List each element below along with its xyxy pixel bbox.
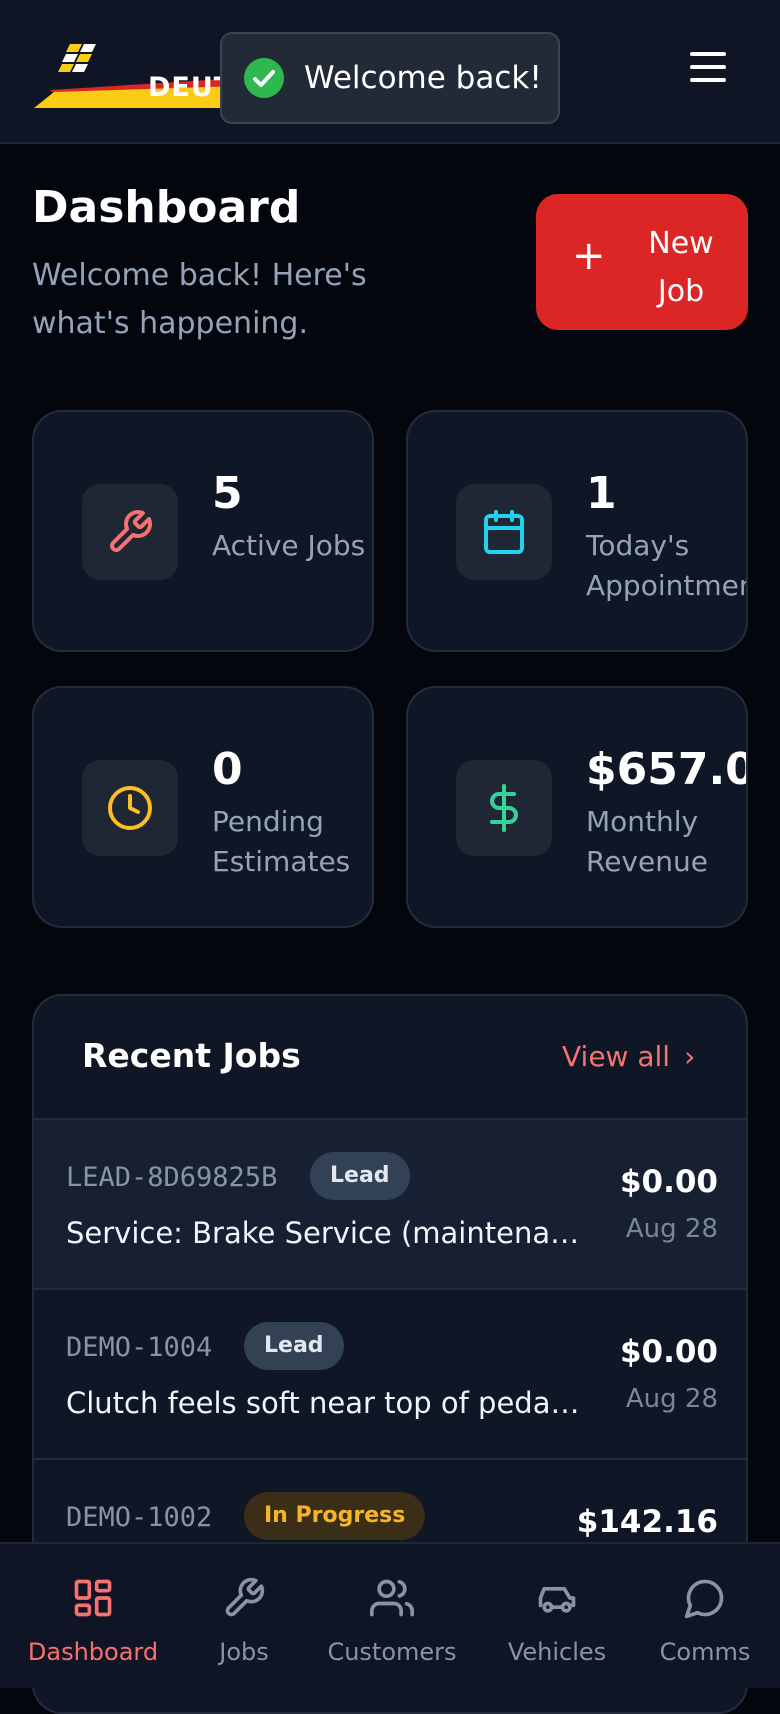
nav-item-comms[interactable]: Comms [630, 1544, 780, 1690]
page-title: Dashboard [32, 182, 301, 233]
new-job-button[interactable]: + New Job [536, 194, 748, 330]
nav-label: Comms [659, 1638, 751, 1666]
stat-value: 5 [212, 468, 243, 519]
toast-message: Welcome back! [304, 60, 542, 96]
job-title: Clutch feels soft near top of pedal trav… [66, 1386, 586, 1420]
nav-label: Dashboard [27, 1638, 159, 1666]
nav-label: Customers [327, 1638, 457, 1666]
brand-logo[interactable]: DEUTS [30, 28, 253, 114]
clock-icon [82, 760, 178, 856]
grid-icon [74, 1579, 112, 1617]
new-job-label: New Job [648, 226, 714, 309]
stat-label: Active Jobs [212, 529, 366, 562]
stat-label: Today's Appointments [586, 529, 746, 602]
view-all-link[interactable]: View all › [562, 1040, 695, 1073]
job-amount: $0.00 [619, 1334, 718, 1370]
chevron-right-icon: › [684, 1040, 696, 1073]
stat-value: 0 [212, 744, 243, 795]
status-badge: Lead [244, 1322, 344, 1370]
users-icon [370, 1579, 414, 1617]
calendar-icon [456, 484, 552, 580]
nav-item-dashboard[interactable]: Dashboard [18, 1544, 168, 1690]
job-id: LEAD-8D69825B [66, 1162, 278, 1193]
view-all-label: View all [562, 1040, 671, 1073]
stat-card-active-jobs[interactable]: 5 Active Jobs [32, 410, 374, 652]
wrench-icon [82, 484, 178, 580]
car-icon [538, 1587, 576, 1613]
job-date: Aug 28 [625, 1214, 718, 1244]
welcome-toast[interactable]: Welcome back! [220, 32, 560, 124]
table-row[interactable]: DEMO-1004 Lead Clutch feels soft near to… [34, 1288, 746, 1458]
nav-item-customers[interactable]: Customers [317, 1544, 467, 1690]
status-badge: In Progress [244, 1492, 426, 1540]
table-row[interactable]: LEAD-8D69825B Lead Service: Brake Servic… [34, 1118, 746, 1288]
job-amount: $0.00 [619, 1164, 718, 1200]
dollar-icon [456, 760, 552, 856]
stat-value: $657.07 [586, 744, 746, 795]
job-date: Aug 28 [625, 1384, 718, 1414]
hamburger-icon[interactable] [682, 52, 734, 92]
bottom-nav: Dashboard Jobs Customers Vehicles Comms [0, 1542, 780, 1688]
wrench-icon [225, 1577, 265, 1617]
status-badge: Lead [310, 1152, 410, 1200]
nav-label: Jobs [219, 1638, 269, 1666]
job-amount: $142.16 [576, 1504, 718, 1540]
nav-label: Vehicles [507, 1638, 607, 1666]
message-icon [684, 1579, 724, 1619]
stat-card-monthly-revenue[interactable]: $657.07 Monthly Revenue [406, 686, 748, 928]
stat-label: Pending Estimates [212, 805, 351, 878]
job-id: DEMO-1004 [66, 1332, 213, 1363]
recent-jobs-title: Recent Jobs [82, 1036, 301, 1075]
page-subtitle: Welcome back! Here's what's happening. [32, 258, 367, 341]
stat-card-pending-estimates[interactable]: 0 Pending Estimates [32, 686, 374, 928]
stat-value: 1 [586, 468, 617, 519]
stat-card-appointments[interactable]: 1 Today's Appointments [406, 410, 748, 652]
job-title: Service: Brake Service (maintenance) [66, 1216, 586, 1250]
nav-item-vehicles[interactable]: Vehicles [482, 1544, 632, 1690]
job-id: DEMO-1002 [66, 1502, 213, 1533]
plus-icon: + [572, 233, 606, 279]
nav-item-jobs[interactable]: Jobs [169, 1544, 319, 1690]
stat-label: Monthly Revenue [586, 805, 708, 878]
check-circle-icon [244, 58, 284, 98]
